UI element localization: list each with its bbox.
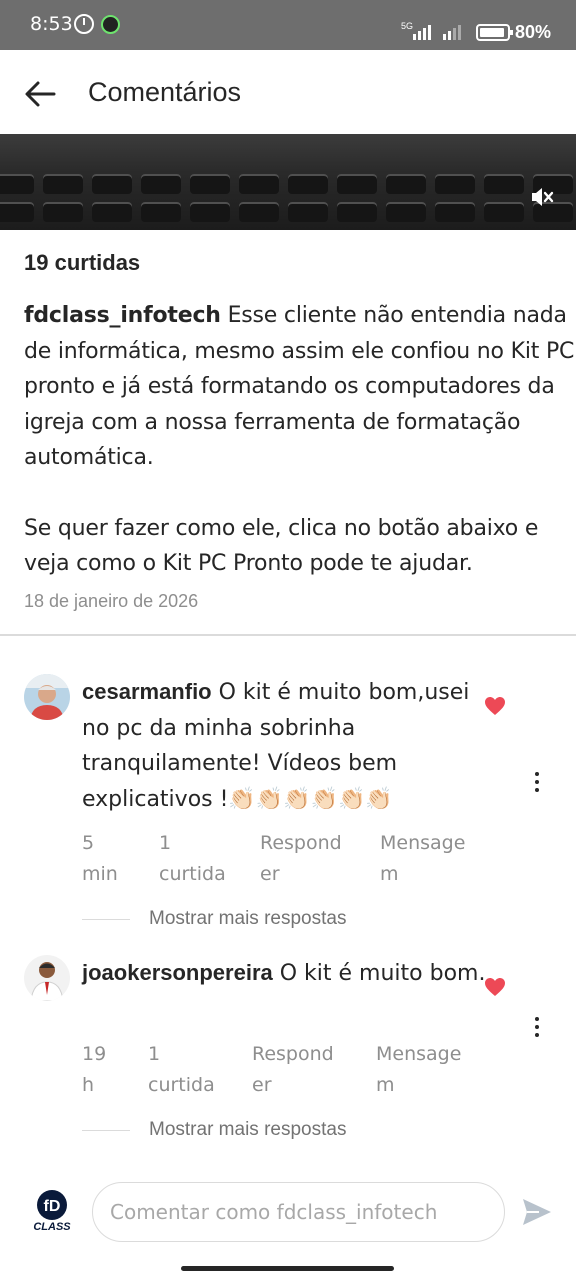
show-more-replies[interactable]: Mostrar mais respostas xyxy=(82,1119,346,1141)
page-title: Comentários xyxy=(88,77,242,107)
comment-likes[interactable]: 1 curtida xyxy=(159,828,226,890)
more-options-icon[interactable] xyxy=(530,1015,544,1039)
home-indicator[interactable] xyxy=(181,1266,394,1271)
my-avatar[interactable]: fD CLASS xyxy=(30,1188,74,1233)
post-date: 18 de janeiro de 2026 xyxy=(24,591,199,611)
arrow-left-icon xyxy=(25,81,56,107)
replies-line xyxy=(82,918,130,920)
avatar[interactable] xyxy=(24,674,70,720)
status-bar: 8:53 5G 80% xyxy=(0,0,576,50)
volume-off-icon[interactable] xyxy=(528,184,554,210)
fdclass-logo: fD CLASS xyxy=(33,1190,71,1233)
divider xyxy=(0,634,576,636)
network-type: 5G xyxy=(401,21,414,31)
app-header: Comentários xyxy=(0,50,576,134)
replies-line xyxy=(82,1129,130,1131)
show-more-replies[interactable]: Mostrar mais respostas xyxy=(82,908,346,930)
send-icon[interactable] xyxy=(521,1197,553,1227)
message-button[interactable]: Mensage m xyxy=(376,1039,461,1101)
status-time: 8:53 xyxy=(30,13,73,35)
heart-icon[interactable] xyxy=(484,977,506,997)
alarm-icon xyxy=(74,14,94,34)
signal-2-icon xyxy=(443,20,461,40)
likes-count[interactable]: 19 curtidas xyxy=(24,250,140,276)
battery-icon xyxy=(476,24,513,41)
caption-text-2: Se quer fazer como ele, clica no botão a… xyxy=(24,515,539,577)
svg-text:CLASS: CLASS xyxy=(33,1221,71,1232)
keyboard-image xyxy=(0,174,576,222)
avatar-image xyxy=(24,955,70,1001)
reply-button[interactable]: Respond er xyxy=(260,828,342,890)
avatar-image xyxy=(24,674,70,720)
reply-button[interactable]: Respond er xyxy=(252,1039,334,1101)
comment-body: O kit é muito bom. xyxy=(279,961,486,986)
comment-likes[interactable]: 1 curtida xyxy=(148,1039,215,1101)
more-options-icon[interactable] xyxy=(530,770,544,794)
comment-text: cesarmanfio O kit é muito bom,usei no pc… xyxy=(82,674,492,817)
comment-text: joaokersonpereira O kit é muito bom. xyxy=(82,955,492,992)
comment-composer: fD CLASS xyxy=(0,1168,576,1258)
signal-icon xyxy=(413,20,431,40)
post-caption: fdclass_infotech Esse cliente não entend… xyxy=(24,298,576,582)
show-more-replies-label: Mostrar mais respostas xyxy=(149,1119,347,1140)
battery-percent: 80% xyxy=(515,22,552,42)
avatar[interactable] xyxy=(24,955,70,1001)
comment-time: 19 h xyxy=(82,1043,107,1096)
show-more-replies-label: Mostrar mais respostas xyxy=(149,908,347,929)
comment-username[interactable]: joaokersonpereira xyxy=(82,960,273,985)
comment-time: 5 min xyxy=(82,832,118,885)
comment-username[interactable]: cesarmanfio xyxy=(82,679,212,704)
caption-text-1: Esse cliente não entendia nada de inform… xyxy=(24,303,575,470)
heart-icon[interactable] xyxy=(484,696,506,716)
comment-input[interactable] xyxy=(92,1182,505,1242)
post-author[interactable]: fdclass_infotech xyxy=(24,303,221,328)
message-button[interactable]: Mensage m xyxy=(380,828,465,890)
back-button[interactable] xyxy=(20,74,60,114)
post-video[interactable] xyxy=(0,134,576,230)
app-notification-icon xyxy=(101,15,120,34)
svg-text:fD: fD xyxy=(44,1198,61,1215)
